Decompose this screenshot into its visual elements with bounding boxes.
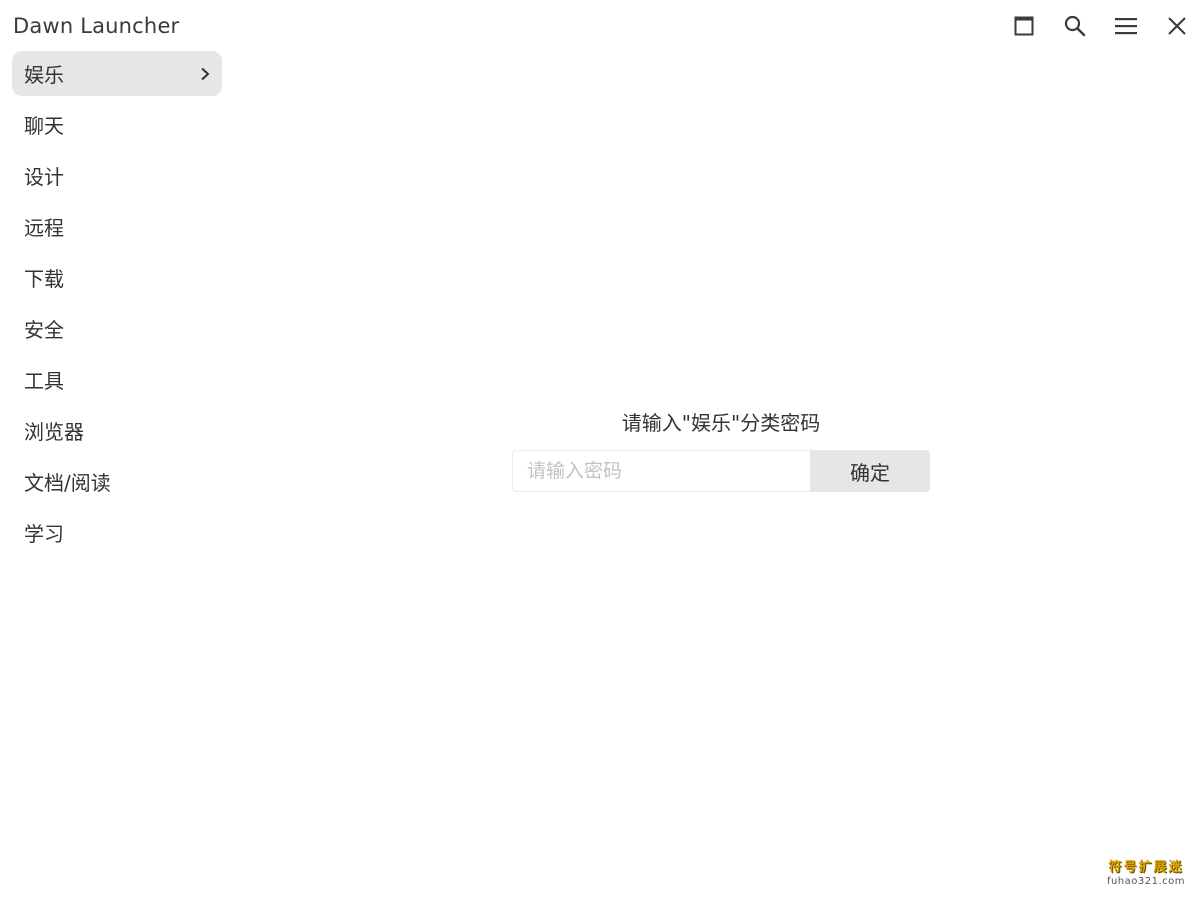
close-icon	[1168, 17, 1186, 35]
sidebar-item-security[interactable]: 安全	[12, 306, 222, 351]
maximize-button[interactable]	[1006, 8, 1042, 44]
chevron-right-icon	[198, 67, 212, 81]
launcher-window: Dawn Launcher 娱乐 聊天 设计 远程 下载 安全 工具 浏览器 文…	[0, 0, 1201, 900]
sidebar-item-label: 设计	[24, 165, 64, 189]
window-controls	[1006, 8, 1201, 44]
sidebar-item-label: 浏览器	[24, 420, 84, 444]
password-input[interactable]	[512, 450, 810, 492]
category-lock-panel: 请输入"娱乐"分类密码 确定	[512, 406, 930, 492]
confirm-button[interactable]: 确定	[810, 450, 930, 492]
sidebar-item-tools[interactable]: 工具	[12, 357, 222, 402]
menu-button[interactable]	[1108, 8, 1144, 44]
sidebar-item-documents[interactable]: 文档/阅读	[12, 459, 222, 504]
app-title: Dawn Launcher	[13, 14, 180, 38]
sidebar-item-design[interactable]: 设计	[12, 153, 222, 198]
sidebar-item-label: 下载	[24, 267, 64, 291]
sidebar-item-label: 学习	[24, 522, 64, 546]
sidebar-item-label: 工具	[24, 369, 64, 393]
sidebar-item-entertainment[interactable]: 娱乐	[12, 51, 222, 96]
sidebar-item-browser[interactable]: 浏览器	[12, 408, 222, 453]
sidebar-item-label: 娱乐	[24, 63, 64, 87]
maximize-icon	[1014, 16, 1034, 36]
menu-icon	[1115, 18, 1137, 35]
sidebar-item-label: 安全	[24, 318, 64, 342]
close-button[interactable]	[1159, 8, 1195, 44]
watermark-sub-text: fuhao321.com	[1106, 876, 1186, 887]
category-sidebar: 娱乐 聊天 设计 远程 下载 安全 工具 浏览器 文档/阅读 学习	[12, 51, 222, 561]
sidebar-item-label: 远程	[24, 216, 64, 240]
search-button[interactable]	[1057, 8, 1093, 44]
watermark-logo: 符号扩展迷 fuhao321.com	[1105, 860, 1187, 888]
sidebar-item-download[interactable]: 下载	[12, 255, 222, 300]
search-icon	[1064, 15, 1086, 37]
password-prompt: 请输入"娱乐"分类密码	[621, 411, 821, 435]
sidebar-item-remote[interactable]: 远程	[12, 204, 222, 249]
watermark-main-text: 符号扩展迷	[1108, 860, 1184, 875]
password-form: 确定	[512, 450, 930, 492]
sidebar-item-chat[interactable]: 聊天	[12, 102, 222, 147]
sidebar-item-label: 文档/阅读	[24, 471, 111, 495]
sidebar-item-study[interactable]: 学习	[12, 510, 222, 555]
sidebar-item-label: 聊天	[24, 114, 64, 138]
